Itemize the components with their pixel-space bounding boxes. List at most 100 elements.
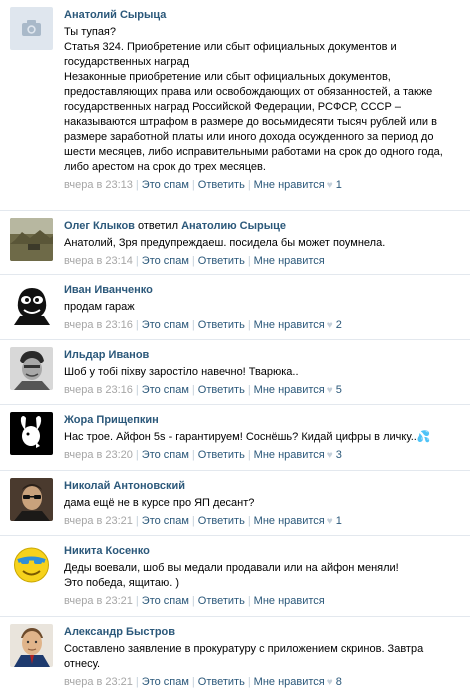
spam-link[interactable]: Это спам <box>142 179 189 191</box>
sunglasses-portrait <box>10 478 53 521</box>
comment-meta: вчера в 23:13 | Это спам | Ответить | Мне нрав… <box>64 178 462 193</box>
avatar[interactable] <box>10 218 53 261</box>
separator: | <box>135 515 139 527</box>
like-count: 1 <box>335 179 342 191</box>
reply-link[interactable]: Ответить <box>198 676 245 688</box>
bunny-logo <box>10 412 53 455</box>
heart-icon[interactable]: ♥ <box>325 180 333 191</box>
like-link[interactable]: Мне нравится <box>254 384 325 396</box>
comment-author[interactable]: Ильдар Иванов <box>64 349 149 361</box>
spam-link[interactable]: Это спам <box>142 515 189 527</box>
reply-target[interactable]: Анатолию Сырыце <box>181 220 286 232</box>
separator: | <box>135 384 139 396</box>
separator: | <box>191 515 195 527</box>
avatar[interactable] <box>10 412 53 455</box>
like-count: 1 <box>335 515 342 527</box>
spam-link[interactable]: Это спам <box>142 255 189 267</box>
avatar-placeholder[interactable] <box>10 7 53 50</box>
comment-author[interactable]: Иван Иванченко <box>64 284 153 296</box>
comment-author[interactable]: Олег Клыков <box>64 220 135 232</box>
reply-indicator: ответил <box>134 220 182 232</box>
reply-link[interactable]: Ответить <box>198 319 245 331</box>
reply-link[interactable]: Ответить <box>198 449 245 461</box>
like-link[interactable]: Мне нравится <box>254 179 325 191</box>
comment-author[interactable]: Жора Прищепкин <box>64 414 159 426</box>
spam-link[interactable]: Это спам <box>142 595 189 607</box>
heart-icon[interactable]: ♥ <box>325 320 333 331</box>
separator: | <box>247 384 251 396</box>
separator: | <box>247 319 251 331</box>
like-link[interactable]: Мне нравится <box>254 255 325 267</box>
comment-author[interactable]: Николай Антоновский <box>64 480 185 492</box>
comment-timestamp[interactable]: вчера в 23:14 <box>64 255 133 267</box>
comment-author[interactable]: Александр Быстров <box>64 626 175 638</box>
comment-text: Составлено заявление в прокуратуру с при… <box>64 643 427 670</box>
comment-timestamp[interactable]: вчера в 23:21 <box>64 676 133 688</box>
like-link[interactable]: Мне нравится <box>254 676 325 688</box>
comment-timestamp[interactable]: вчера в 23:21 <box>64 595 133 607</box>
like-link[interactable]: Мне нравится <box>254 515 325 527</box>
avatar[interactable] <box>10 347 53 390</box>
comment-meta: вчера в 23:14 | Это спам | Ответить | Мне нрав… <box>64 254 462 269</box>
comment-item: Иван Иванченко продам гараж вчера в 23:1… <box>0 275 470 340</box>
separator: | <box>191 255 195 267</box>
separator: | <box>135 179 139 191</box>
comment-item: Анатолий Сырыца Ты тупая? Статья 324. Пр… <box>0 0 470 211</box>
comment-timestamp[interactable]: вчера в 23:16 <box>64 384 133 396</box>
like-count: 8 <box>335 676 342 688</box>
heart-icon[interactable]: ♥ <box>325 450 333 461</box>
reply-link[interactable]: Ответить <box>198 255 245 267</box>
avatar[interactable] <box>10 282 53 325</box>
comment-item: Никита Косенко Деды воевали, шоб вы меда… <box>0 536 470 617</box>
comment-item: Олег Клыков ответил Анатолию Сырыце Анат… <box>0 211 470 275</box>
smiley-face <box>10 543 53 586</box>
like-link[interactable]: Мне нравится <box>254 319 325 331</box>
reply-link[interactable]: Ответить <box>198 384 245 396</box>
comment-text: дама ещё не в курсе про ЯП десант? <box>64 497 255 509</box>
comment-text: Деды воевали, шоб вы медали продавали ил… <box>64 562 399 589</box>
like-link[interactable]: Мне нравится <box>254 595 325 607</box>
reply-link[interactable]: Ответить <box>198 179 245 191</box>
avatar[interactable] <box>10 478 53 521</box>
man-portrait <box>10 624 53 667</box>
comment-author[interactable]: Анатолий Сырыца <box>64 9 166 21</box>
comments-feed: Анатолий Сырыца Ты тупая? Статья 324. Пр… <box>0 0 470 700</box>
heart-icon[interactable]: ♥ <box>325 516 333 527</box>
comment-timestamp[interactable]: вчера в 23:20 <box>64 449 133 461</box>
comment-text: Ты тупая? Статья 324. Приобретение или с… <box>64 26 443 173</box>
separator: | <box>191 676 195 688</box>
like-count: 2 <box>335 319 342 331</box>
avatar[interactable] <box>10 543 53 586</box>
heart-icon[interactable]: ♥ <box>325 677 333 688</box>
separator: | <box>247 255 251 267</box>
separator: | <box>135 676 139 688</box>
separator: | <box>191 319 195 331</box>
reply-link[interactable]: Ответить <box>198 515 245 527</box>
spam-link[interactable]: Это спам <box>142 319 189 331</box>
comment-item: Жора Прищепкин Нас трое. Айфон 5s - гара… <box>0 405 470 471</box>
separator: | <box>191 449 195 461</box>
comment-text: продам гараж <box>64 301 135 313</box>
separator: | <box>135 449 139 461</box>
spam-link[interactable]: Это спам <box>142 676 189 688</box>
spam-link[interactable]: Это спам <box>142 449 189 461</box>
separator: | <box>135 255 139 267</box>
like-count: 5 <box>335 384 342 396</box>
comment-author[interactable]: Никита Косенко <box>64 545 150 557</box>
spam-link[interactable]: Это спам <box>142 384 189 396</box>
comment-meta: вчера в 23:16 | Это спам | Ответить | Мне нрав… <box>64 383 462 398</box>
separator: | <box>247 676 251 688</box>
separator: | <box>135 595 139 607</box>
avatar[interactable] <box>10 624 53 667</box>
comment-timestamp[interactable]: вчера в 23:16 <box>64 319 133 331</box>
comment-item: Николай Антоновский дама ещё не в курсе … <box>0 471 470 536</box>
like-link[interactable]: Мне нравится <box>254 449 325 461</box>
comment-timestamp[interactable]: вчера в 23:21 <box>64 515 133 527</box>
comment-timestamp[interactable]: вчера в 23:13 <box>64 179 133 191</box>
comment-meta: вчера в 23:16 | Это спам | Ответить | Мне нрав… <box>64 318 462 333</box>
reply-link[interactable]: Ответить <box>198 595 245 607</box>
separator: | <box>247 515 251 527</box>
comment-item: Александр Быстров Составлено заявление в… <box>0 617 470 700</box>
heart-icon[interactable]: ♥ <box>325 385 333 396</box>
separator: | <box>135 319 139 331</box>
